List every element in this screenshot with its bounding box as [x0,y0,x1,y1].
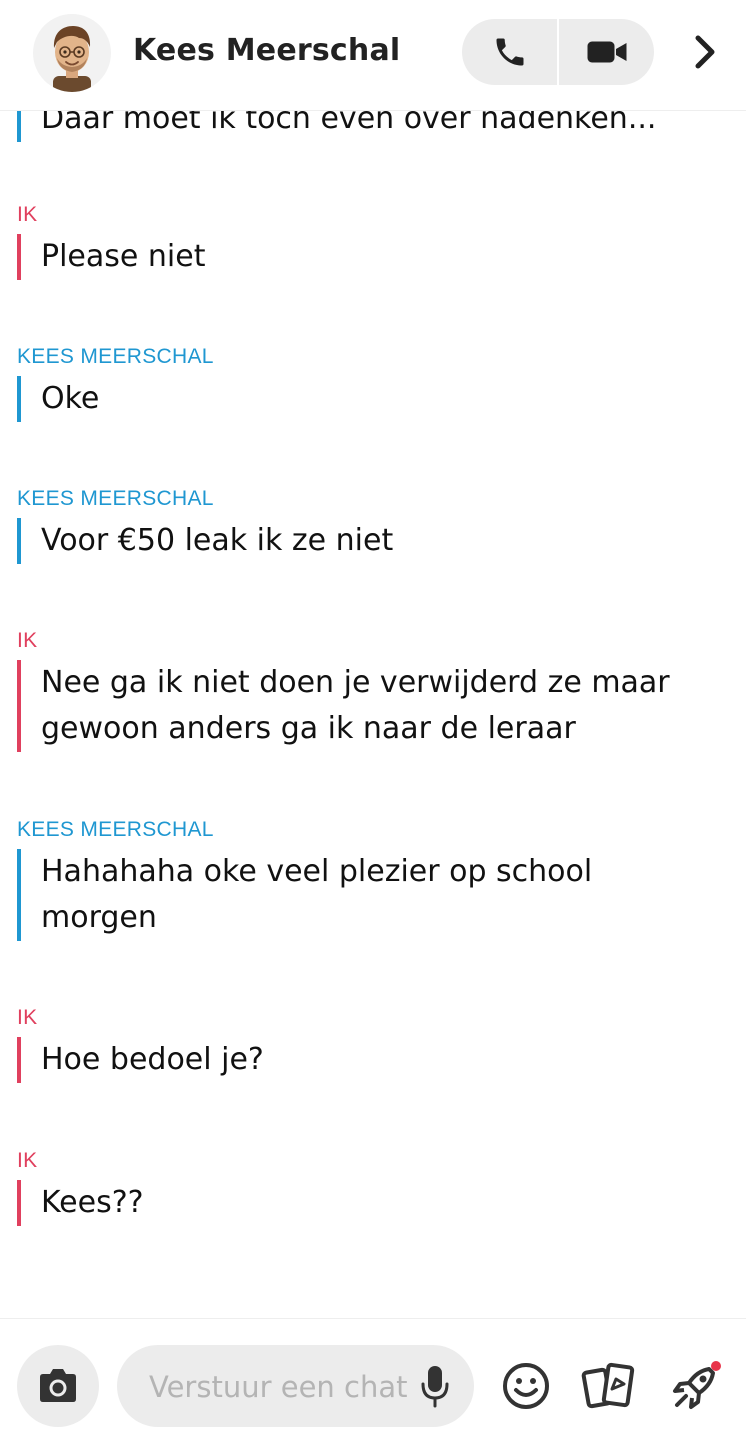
chat-input-container [117,1345,474,1429]
cards-button[interactable] [580,1357,638,1415]
message-text: Hahahaha oke veel plezier op school morg… [17,849,717,941]
message-sender: IK [17,1006,38,1029]
message-sender: IK [17,629,38,652]
more-options-button[interactable] [680,26,730,78]
message-text: Nee ga ik niet doen je verwijderd ze maa… [17,660,717,752]
games-button[interactable] [667,1357,725,1415]
microphone-button[interactable] [417,1363,453,1409]
chat-input[interactable] [147,1345,421,1429]
message-sender: KEES MEERSCHAL [17,487,214,510]
camera-button[interactable] [17,1345,99,1427]
message-item: IK Nee ga ik niet doen je verwijderd ze … [17,628,717,752]
message-sender: IK [17,203,38,226]
phone-call-button[interactable] [462,19,557,85]
message-text: Hoe bedoel je? [17,1037,717,1083]
message-item: IK Please niet [17,202,717,280]
message-item: KEES MEERSCHAL Hahahaha oke veel plezier… [17,817,717,941]
message-sender: IK [17,1149,38,1172]
message-text: Voor €50 leak ik ze niet [17,518,717,564]
bitmoji-avatar-icon[interactable] [33,14,111,92]
message-item: IK Kees?? [17,1148,717,1226]
phone-icon [496,38,523,66]
emoji-button[interactable] [497,1357,555,1415]
message-text: Please niet [17,234,717,280]
microphone-icon [421,1366,449,1408]
video-camera-icon [587,41,626,63]
cards-icon [581,1362,635,1409]
chat-header: Kees Meerschal [0,0,746,111]
message-item: KEES MEERSCHAL Oke [17,344,717,422]
message-list[interactable]: Daar moet ik toch even over nadenken... … [0,0,746,1320]
message-sender: KEES MEERSCHAL [17,345,214,368]
message-item: KEES MEERSCHAL Voor €50 leak ik ze niet [17,486,717,564]
video-call-button[interactable] [559,19,654,85]
message-text: Kees?? [17,1180,717,1226]
message-sender: KEES MEERSCHAL [17,818,214,841]
camera-icon [40,1369,76,1402]
chat-composer [0,1318,746,1443]
call-button-group [462,19,654,85]
chevron-right-icon [695,35,715,69]
rocket-icon [673,1361,721,1409]
message-item: IK Hoe bedoel je? [17,1005,717,1083]
smiley-icon [503,1363,549,1409]
notification-dot [711,1361,721,1371]
contact-name[interactable]: Kees Meerschal [133,33,400,68]
message-text: Oke [17,376,717,422]
